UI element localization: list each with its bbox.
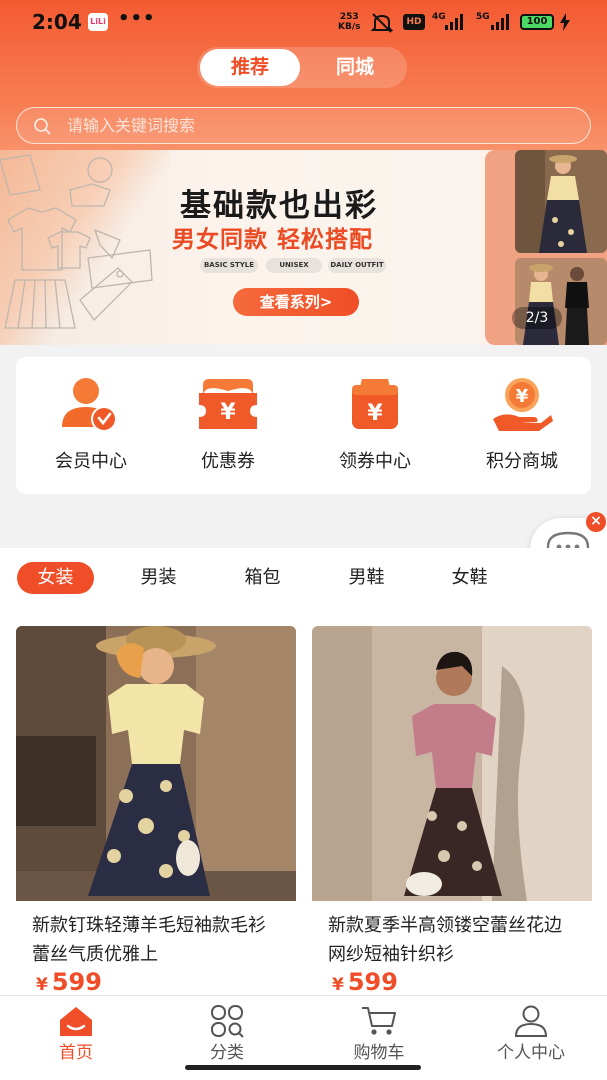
tab-profile[interactable]: 个人中心: [481, 1000, 581, 1063]
category-tab-men-shoes[interactable]: 男鞋: [328, 562, 405, 594]
banner-title: 基础款也出彩: [180, 188, 378, 224]
coupon-icon: ¥: [199, 379, 257, 429]
price-value: 599: [347, 968, 398, 996]
category-tab-men[interactable]: 男装: [120, 562, 197, 594]
quick-links-panel: 会员中心 ¥ 优惠券 ¥ 领券中心 ¥ 积分商城: [16, 357, 591, 494]
product-image: [312, 626, 592, 901]
charging-icon: [560, 13, 570, 31]
currency-symbol: ¥: [332, 975, 344, 995]
quick-link-label: 领券中心: [339, 451, 411, 472]
header: 2:04 LiLi ••• 253 KB/s HD 4G 5G 100 推荐 同…: [0, 0, 607, 150]
tab-label: 分类: [210, 1043, 244, 1063]
tab-label: 购物车: [353, 1043, 405, 1063]
banner-main-slide[interactable]: 基础款也出彩 男女同款 轻松搭配 BASIC STYLE UNISEX DAIL…: [0, 150, 480, 345]
quick-link-points-mall[interactable]: ¥ 积分商城: [457, 375, 587, 485]
model-photo: [515, 258, 607, 345]
svg-text:¥: ¥: [367, 401, 383, 426]
category-tab-women-shoes[interactable]: 女鞋: [431, 562, 508, 594]
more-notifications-icon: •••: [118, 8, 156, 29]
price-value: 599: [51, 968, 102, 996]
status-time: 2:04: [32, 10, 82, 34]
banner-tag: DAILY OUTFIT: [328, 258, 386, 273]
app-notification-icon: LiLi: [88, 13, 108, 31]
close-chat-button[interactable]: ×: [586, 512, 606, 532]
status-bar: 2:04 LiLi ••• 253 KB/s HD 4G 5G 100: [0, 0, 607, 44]
network-speed: 253 KB/s: [338, 12, 360, 32]
banner-tag: BASIC STYLE: [200, 258, 258, 273]
promo-banner[interactable]: 基础款也出彩 男女同款 轻松搭配 BASIC STYLE UNISEX DAIL…: [0, 150, 607, 345]
mute-icon: [370, 13, 394, 33]
view-series-button[interactable]: 查看系列>: [233, 288, 359, 316]
product-feed: 新款钉珠轻薄羊毛短袖款毛衫蕾丝气质优雅上 ¥599 新款夏季半高领镂空蕾丝花边网…: [0, 608, 607, 1006]
network-speed-unit: KB/s: [338, 22, 361, 32]
quick-link-member-center[interactable]: 会员中心: [26, 375, 156, 485]
tab-home[interactable]: 首页: [26, 1000, 126, 1063]
category-tab-women[interactable]: 女装: [17, 562, 94, 594]
points-mall-icon: ¥: [493, 378, 553, 431]
search-icon: [34, 118, 51, 135]
clothing-sketch-illustration: [0, 154, 153, 329]
product-title: 新款夏季半高领镂空蕾丝花边网纱短袖针织衫: [328, 915, 562, 965]
profile-icon: [514, 1005, 548, 1037]
battery-icon: 100: [520, 14, 554, 30]
network-5g-label: 5G: [476, 12, 490, 22]
quick-link-coupon-center[interactable]: ¥ 领券中心: [310, 375, 440, 485]
search-input[interactable]: [67, 108, 567, 142]
banner-tag: UNISEX: [266, 258, 322, 273]
search-bar[interactable]: [16, 107, 591, 144]
tab-same-city[interactable]: 同城: [305, 49, 405, 86]
banner-tags: BASIC STYLE UNISEX DAILY OUTFIT: [200, 258, 440, 274]
home-indicator[interactable]: [185, 1065, 421, 1070]
signal-5g-icon: [491, 14, 509, 30]
banner-subtitle: 男女同款 轻松搭配: [172, 227, 374, 253]
hd-voice-icon: HD: [403, 14, 425, 30]
home-icon: [60, 1007, 92, 1036]
product-card[interactable]: 新款夏季半高领镂空蕾丝花边网纱短袖针织衫 ¥599: [312, 626, 592, 1006]
product-title: 新款钉珠轻薄羊毛短袖款毛衫蕾丝气质优雅上: [32, 915, 266, 965]
member-icon: [62, 378, 117, 432]
quick-link-coupon[interactable]: ¥ 优惠券: [163, 375, 293, 485]
banner-pager: 2/3: [512, 307, 562, 329]
network-speed-value: 253: [339, 12, 359, 22]
category-tabs: 女装 男装 箱包 男鞋 女鞋: [0, 548, 607, 608]
tab-cart[interactable]: 购物车: [329, 1000, 429, 1063]
tab-category[interactable]: 分类: [177, 1000, 277, 1063]
svg-text:¥: ¥: [220, 400, 236, 425]
banner-next-slide[interactable]: 2/3: [485, 150, 607, 345]
tab-label: 首页: [59, 1043, 93, 1063]
currency-symbol: ¥: [36, 975, 48, 995]
quick-link-label: 积分商城: [486, 451, 558, 472]
tab-recommend[interactable]: 推荐: [200, 49, 300, 86]
product-image: [16, 626, 296, 901]
product-price: ¥599: [36, 968, 102, 996]
quick-link-label: 优惠券: [201, 451, 255, 472]
product-price: ¥599: [332, 968, 398, 996]
cart-icon: [362, 1007, 396, 1035]
coupon-center-icon: ¥: [352, 379, 398, 429]
svg-text:¥: ¥: [516, 386, 529, 407]
category-tab-bags[interactable]: 箱包: [224, 562, 301, 594]
tab-label: 个人中心: [497, 1043, 565, 1063]
model-photo: [515, 150, 607, 253]
top-tab-switch: 推荐 同城: [197, 47, 407, 88]
category-icon: [211, 1005, 244, 1038]
product-card[interactable]: 新款钉珠轻薄羊毛短袖款毛衫蕾丝气质优雅上 ¥599: [16, 626, 296, 1006]
quick-link-label: 会员中心: [55, 451, 127, 472]
signal-4g-icon: [445, 14, 463, 30]
